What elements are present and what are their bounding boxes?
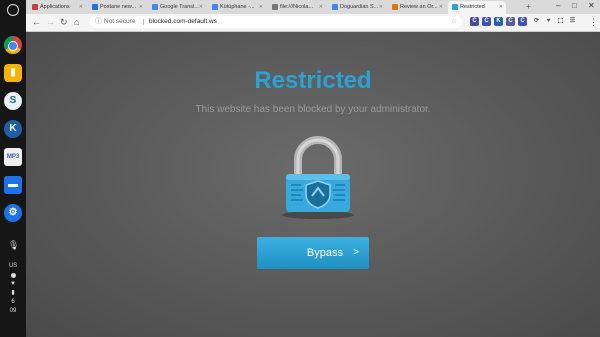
clock-hour: 6 — [11, 299, 15, 305]
tab-favicon-icon — [152, 3, 158, 10]
extension-icon-1[interactable]: C — [482, 17, 491, 26]
tab-7[interactable]: Restricted ✕ — [448, 1, 506, 14]
clock-minute: 09 — [9, 308, 17, 314]
tab-close-icon[interactable]: ✕ — [259, 1, 263, 14]
tab-title: Kütüphane -... — [220, 4, 255, 10]
bypass-button[interactable]: Bypass > — [257, 237, 369, 269]
microphone-icon[interactable]: 🎙 — [8, 240, 19, 252]
extension-icon-0[interactable]: C — [470, 17, 479, 26]
tab-title: Google Transl... — [160, 4, 199, 10]
reload-icon[interactable]: ↻ — [60, 17, 68, 27]
home-icon[interactable]: ⌂ — [74, 17, 79, 27]
toolbar-action-icon-1[interactable]: ♥ — [544, 17, 553, 26]
close-window-icon[interactable]: ✕ — [588, 1, 595, 10]
status-tray[interactable]: US ▼ ▮ 6 09 — [0, 262, 26, 337]
maximize-icon[interactable]: □ — [572, 1, 577, 10]
url-text: blocked.com-default.ws — [149, 18, 217, 25]
mp3-app-icon[interactable]: MP3 — [4, 148, 22, 166]
tab-title: Doguardian S... — [340, 4, 379, 10]
page-title: Restricted — [254, 67, 372, 94]
files-app-icon[interactable]: ▬ — [4, 176, 22, 194]
security-label: Not secure — [104, 18, 136, 25]
omnibox-separator — [143, 19, 144, 25]
tab-favicon-icon — [332, 3, 338, 10]
blocked-message: This website has been blocked by your ad… — [195, 104, 431, 115]
tab-2[interactable]: Google Transl... ✕ — [148, 1, 206, 14]
tab-strip: Applications ✕ Postane new... ✕ Google Trans… — [26, 0, 600, 14]
toolbar-action-icon-0[interactable]: ⟳ — [532, 17, 541, 26]
tab-1[interactable]: Postane new... ✕ — [88, 1, 146, 14]
browser-toolbar: ← → ↻ ⌂ ⓘ Not secure blocked.com-default… — [26, 14, 600, 32]
tab-close-icon[interactable]: ✕ — [379, 1, 383, 14]
extension-icon-3[interactable]: C — [506, 17, 515, 26]
blocked-page: Restricted This website has been blocked… — [26, 32, 600, 337]
back-icon[interactable]: ← — [32, 17, 41, 27]
wifi-icon: ▼ — [10, 281, 16, 287]
menu-icon[interactable]: ⋮ — [589, 17, 598, 27]
minimize-icon[interactable]: – — [556, 1, 560, 10]
shelf: ▮ S K MP3 ▬ ⚙ 🎙 US ▼ ▮ 6 09 — [0, 0, 26, 337]
k-app-icon[interactable]: K — [4, 120, 22, 138]
extension-icon-4[interactable]: C — [518, 17, 527, 26]
tab-favicon-icon — [92, 3, 98, 10]
chevron-right-icon: > — [353, 247, 359, 258]
tab-title: Applications — [40, 4, 70, 10]
tab-close-icon[interactable]: ✕ — [499, 1, 503, 14]
bypass-label: Bypass — [306, 247, 343, 259]
tab-favicon-icon — [212, 3, 218, 10]
browser-window: Applications ✕ Postane new... ✕ Google Trans… — [26, 0, 600, 337]
tab-close-icon[interactable]: ✕ — [139, 1, 143, 14]
skype-app-icon[interactable]: S — [4, 92, 22, 110]
keep-app-icon[interactable]: ▮ — [4, 64, 22, 82]
new-tab-icon[interactable]: + — [526, 2, 531, 11]
tab-3[interactable]: Kütüphane -... ✕ — [208, 1, 266, 14]
launcher-icon[interactable] — [7, 4, 19, 16]
tab-close-icon[interactable]: ✕ — [199, 1, 203, 14]
language-indicator: US — [8, 263, 18, 269]
tab-favicon-icon — [32, 3, 38, 10]
tab-favicon-icon — [452, 3, 458, 10]
tab-close-icon[interactable]: ✕ — [319, 1, 323, 14]
chrome-app-icon[interactable] — [4, 36, 22, 54]
tab-close-icon[interactable]: ✕ — [79, 1, 83, 14]
tab-title: file:///Nicola... — [280, 4, 314, 10]
info-icon[interactable]: ⓘ — [95, 16, 102, 28]
bookmark-star-icon[interactable]: ☆ — [451, 16, 457, 28]
tab-5[interactable]: Doguardian S... ✕ — [328, 1, 386, 14]
tab-title: Restricted — [460, 4, 485, 10]
tab-0[interactable]: Applications ✕ — [28, 1, 86, 14]
padlock-icon — [282, 136, 354, 219]
tab-4[interactable]: file:///Nicola... ✕ — [268, 1, 326, 14]
tab-close-icon[interactable]: ✕ — [439, 1, 443, 14]
toolbar-action-icon-2[interactable]: ⬚ — [556, 17, 565, 26]
tab-favicon-icon — [272, 3, 278, 10]
settings-app-icon[interactable]: ⚙ — [4, 204, 22, 222]
tab-6[interactable]: Review an Or... ✕ — [388, 1, 446, 14]
forward-icon[interactable]: → — [46, 17, 55, 27]
battery-icon: ▮ — [11, 290, 15, 296]
tab-favicon-icon — [392, 3, 398, 10]
toolbar-action-icon-3[interactable]: ☰ — [568, 17, 577, 26]
notification-icon — [10, 273, 16, 278]
extension-icon-2[interactable]: K — [494, 17, 503, 26]
address-bar[interactable]: ⓘ Not secure blocked.com-default.ws ☆ — [90, 16, 462, 28]
tab-title: Review an Or... — [400, 4, 438, 10]
tab-title: Postane new... — [100, 4, 137, 10]
